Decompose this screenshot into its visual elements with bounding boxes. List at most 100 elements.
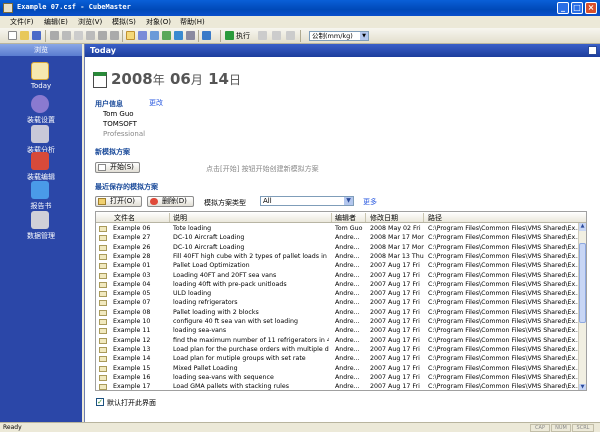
col-editor[interactable]: 编辑者 [335, 213, 356, 223]
menu-edit[interactable]: 编辑(E) [44, 17, 68, 27]
user-company: TOMSOFT [103, 120, 137, 128]
data-tool-icon[interactable] [186, 31, 195, 40]
sidebar: 浏览 Today 装载设置 装载分析 装载编辑 报告书 数据管理 [0, 44, 82, 422]
table-cell: 2007 Aug 17 Fri [370, 383, 420, 391]
edit-tool-icon[interactable] [162, 31, 171, 40]
status-scroll: SCRL [572, 424, 594, 432]
col-filename[interactable]: 文件名 [114, 213, 135, 223]
chevron-down-icon[interactable]: ▼ [344, 197, 353, 205]
table-row[interactable]: Example 12 find the maximum number of 11 … [96, 336, 580, 346]
scenario-type-select[interactable]: All ▼ [260, 196, 354, 206]
table-cell: C:\Program Files\Common Files\VMS Shared… [428, 308, 580, 316]
menu-view[interactable]: 浏览(V) [78, 17, 102, 27]
table-row[interactable]: Example 01 Pallet Load Optimization Andre.… [96, 261, 580, 271]
vertical-scrollbar[interactable]: ▲ ▼ [578, 223, 586, 390]
close-button[interactable]: × [585, 2, 597, 14]
col-path[interactable]: 路径 [428, 213, 442, 223]
start-button[interactable]: 开始(S) [95, 162, 140, 173]
report-tool-icon[interactable] [174, 31, 183, 40]
table-row[interactable]: Example 26 DC-10 Aircraft Loading Andre...… [96, 243, 580, 253]
sidebar-item-setup[interactable]: 装载设置 [0, 93, 82, 127]
table-row[interactable]: Example 17 Load GMA pallets with stacking… [96, 382, 580, 391]
copy-icon[interactable] [62, 31, 71, 40]
delete-button[interactable]: 删除(D) [147, 196, 194, 207]
redo-icon[interactable] [110, 31, 119, 40]
execute-button[interactable]: 执行 [236, 31, 250, 41]
sidebar-item-today[interactable]: Today [0, 60, 82, 94]
file-icon [99, 244, 107, 251]
table-row[interactable]: Example 14 Load plan for mutiple groups w… [96, 354, 580, 364]
table-row[interactable]: Example 15 Mixed Pallet Loading Andre... 20… [96, 364, 580, 374]
refresh-icon[interactable] [286, 31, 295, 40]
panel-menu-icon[interactable] [588, 46, 597, 55]
chevron-down-icon[interactable]: ▼ [360, 32, 368, 40]
table-cell: C:\Program Files\Common Files\VMS Shared… [428, 364, 580, 372]
calendar-icon [93, 72, 107, 88]
table-row[interactable]: Example 08 Pallet loading with 2 blocks An… [96, 308, 580, 318]
database-icon [31, 211, 49, 229]
status-text: Ready [3, 424, 22, 431]
file-icon [99, 300, 107, 307]
sidebar-item-report[interactable]: 报告书 [0, 179, 82, 213]
minimize-button[interactable]: _ [557, 2, 569, 14]
analysis-tool-icon[interactable] [150, 31, 159, 40]
col-modified-date[interactable]: 修改日期 [370, 213, 398, 223]
table-cell: 2007 Aug 17 Fri [370, 308, 420, 316]
table-cell: Andre... [335, 364, 360, 372]
table-cell: C:\Program Files\Common Files\VMS Shared… [428, 243, 580, 251]
unit-select[interactable]: 公制(mm/kg) ▼ [309, 31, 369, 41]
table-row[interactable]: Example 11 loading sea-vans Andre... 2007 A… [96, 326, 580, 336]
table-row[interactable]: Example 03 Loading 40FT and 20FT sea vans… [96, 271, 580, 281]
scroll-down-icon[interactable]: ▼ [579, 384, 586, 390]
table-cell: Andre... [335, 280, 360, 288]
table-row[interactable]: Example 10 configure 40 ft sea van with s… [96, 317, 580, 327]
new-icon[interactable] [8, 31, 17, 40]
user-info-title: 用户信息 [95, 100, 123, 108]
today-icon[interactable] [126, 31, 135, 40]
menu-help[interactable]: 帮助(H) [180, 17, 205, 27]
more-link[interactable]: 更多 [363, 197, 377, 207]
undo-icon[interactable] [98, 31, 107, 40]
menu-file[interactable]: 文件(F) [10, 17, 34, 27]
execute-icon[interactable] [225, 31, 234, 40]
cut-icon[interactable] [50, 31, 59, 40]
table-row[interactable]: Example 05 ULD loading Andre... 2007 Aug 17… [96, 289, 580, 299]
table-cell: 2007 Aug 17 Fri [370, 373, 420, 381]
table-cell: 2007 Aug 17 Fri [370, 345, 420, 353]
next-icon[interactable] [272, 31, 281, 40]
table-cell: Example 06 [113, 225, 151, 232]
table-cell: Load plan for mutiple groups with set ra… [173, 355, 306, 363]
table-cell: 2008 May 02 Fri [370, 225, 421, 232]
col-description[interactable]: 说明 [173, 213, 187, 223]
table-row[interactable]: Example 27 DC-10 Aircraft Loading Andre...… [96, 233, 580, 243]
table-row[interactable]: Example 06 Tote loading Tom Guo 2008 May 02… [96, 224, 580, 234]
sidebar-item-data[interactable]: 数据管理 [0, 209, 82, 243]
table-cell: Example 28 [113, 252, 151, 260]
table-row[interactable]: Example 04 loading 40ft with pre-pack uni… [96, 280, 580, 290]
menu-simulate[interactable]: 模拟(S) [112, 17, 136, 27]
delete-icon[interactable] [86, 31, 95, 40]
paste-icon[interactable] [74, 31, 83, 40]
table-row[interactable]: Example 28 Fill 40FT high cube with 2 typ… [96, 252, 580, 262]
table-cell: Example 10 [113, 318, 151, 325]
table-cell: Fill 40FT high cube with 2 types of pall… [173, 252, 329, 260]
open-icon[interactable] [20, 31, 29, 40]
maximize-button[interactable]: □ [571, 2, 583, 14]
table-row[interactable]: Example 13 Load plan for the purchase ord… [96, 345, 580, 355]
scroll-up-icon[interactable]: ▲ [579, 223, 586, 231]
table-cell: Andre... [335, 345, 360, 353]
scroll-thumb[interactable] [579, 243, 586, 323]
table-row[interactable]: Example 16 loading sea-vans with sequence… [96, 373, 580, 383]
table-cell: 2007 Aug 17 Fri [370, 327, 420, 335]
save-icon[interactable] [32, 31, 41, 40]
table-cell: Example 03 [113, 271, 151, 279]
open-button[interactable]: 打开(O) [95, 196, 142, 207]
table-cell: C:\Program Files\Common Files\VMS Shared… [428, 252, 580, 260]
menu-object[interactable]: 对象(O) [146, 17, 171, 27]
change-link[interactable]: 更改 [149, 98, 163, 108]
setup-icon[interactable] [138, 31, 147, 40]
prev-icon[interactable] [258, 31, 267, 40]
window-icon[interactable] [202, 31, 211, 40]
default-open-checkbox[interactable]: ✓ [96, 398, 104, 406]
table-row[interactable]: Example 07 loading refrigerators Andre... 2… [96, 298, 580, 308]
